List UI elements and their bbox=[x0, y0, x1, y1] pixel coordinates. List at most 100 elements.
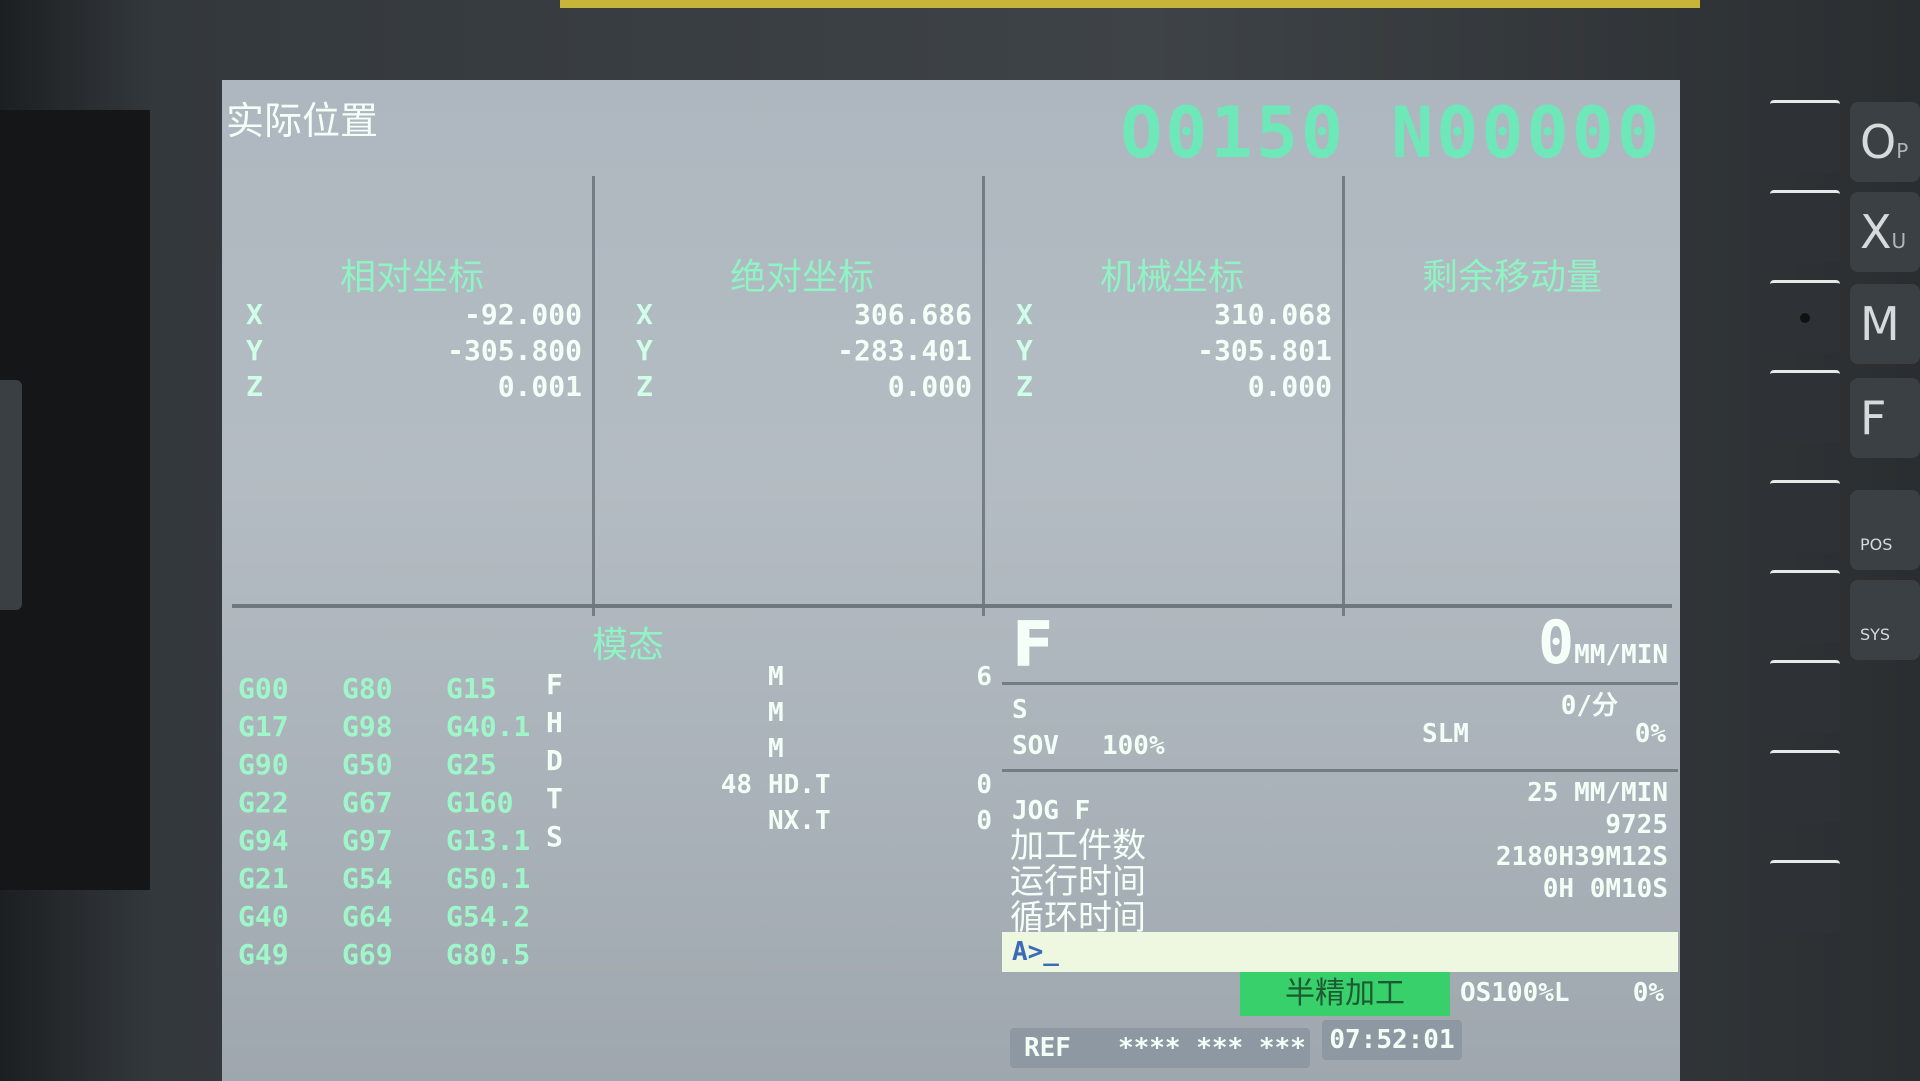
gcode: G90 bbox=[238, 748, 289, 781]
side-softkey[interactable] bbox=[1770, 100, 1840, 173]
feed-readout: 0MM/MIN bbox=[1538, 608, 1668, 678]
pos-key-label: POS bbox=[1860, 535, 1893, 554]
run-time-value: 2180H39M12S bbox=[1495, 842, 1668, 872]
m-label: M bbox=[768, 698, 784, 728]
key-o-label: O bbox=[1860, 115, 1897, 169]
m-label: HD.T bbox=[768, 770, 831, 800]
gcode: G64 bbox=[342, 900, 393, 933]
machine-z: 0.000 bbox=[1247, 369, 1332, 403]
key-m[interactable]: M bbox=[1850, 284, 1920, 364]
modal-letter: S bbox=[546, 820, 563, 853]
machine-title: 机械坐标 bbox=[1099, 257, 1244, 298]
yellow-strip bbox=[560, 0, 1700, 8]
relative-row-y: Y -305.800 bbox=[246, 332, 582, 368]
m-row: 48 HD.T 0 bbox=[672, 770, 992, 806]
m-row: M bbox=[672, 698, 992, 734]
m-code-column: M6 M M 48 HD.T 0 NX.T 0 bbox=[672, 662, 992, 842]
feed-unit: MM/MIN bbox=[1574, 640, 1668, 670]
override-status: OS100%L bbox=[1460, 978, 1570, 1008]
axis-label: X bbox=[636, 297, 653, 331]
m-value: 0 bbox=[976, 806, 992, 836]
feed-info-panel: F 0MM/MIN 0/分 S SOV 100% SLM 0% 25 MM/MI… bbox=[1002, 608, 1678, 962]
axis-label: Z bbox=[1016, 369, 1033, 403]
gcode: G54 bbox=[342, 862, 393, 895]
gcode: G25 bbox=[446, 748, 497, 781]
slm-label: SLM bbox=[1422, 719, 1469, 749]
feed-per-rev: 0/分 bbox=[1560, 691, 1618, 721]
key-m-label: M bbox=[1860, 297, 1900, 351]
mode-row: 半精加工 OS100%L 0% bbox=[1002, 972, 1678, 1016]
m-value: 0 bbox=[976, 770, 992, 800]
side-softkey[interactable] bbox=[1770, 370, 1840, 443]
gcode: G80.5 bbox=[446, 938, 531, 971]
m-row: M6 bbox=[672, 662, 992, 698]
relative-z: 0.001 bbox=[497, 369, 582, 403]
machine-panel: 机械坐标 X 310.068 Y -305.801 Z 0.000 bbox=[1002, 176, 1345, 616]
relative-panel: 相对坐标 X -92.000 Y -305.800 Z 0.001 bbox=[232, 176, 595, 616]
axis-label: X bbox=[1016, 297, 1033, 331]
absolute-row-z: Z 0.000 bbox=[636, 368, 972, 404]
spindle-box: 0/分 S SOV 100% SLM 0% bbox=[1002, 685, 1678, 772]
key-o-sub: P bbox=[1896, 139, 1909, 163]
relative-x: -92.000 bbox=[463, 297, 582, 331]
side-softkey[interactable] bbox=[1770, 750, 1840, 823]
machine-x: 310.068 bbox=[1213, 297, 1332, 331]
gcode: G00 bbox=[238, 672, 289, 705]
side-softkey[interactable] bbox=[1770, 860, 1840, 933]
key-f[interactable]: F bbox=[1850, 378, 1920, 458]
key-o[interactable]: OP bbox=[1850, 102, 1920, 182]
gcode-column-1: G00 G17 G90 G22 G94 G21 G40 G49 bbox=[238, 672, 289, 976]
absolute-panel: 绝对坐标 X 306.686 Y -283.401 Z 0.000 bbox=[622, 176, 985, 616]
absolute-row-x: X 306.686 bbox=[636, 296, 972, 332]
side-softkey[interactable] bbox=[1770, 190, 1840, 263]
absolute-row-y: Y -283.401 bbox=[636, 332, 972, 368]
key-x-sub: U bbox=[1891, 229, 1907, 253]
m-prefix: 48 bbox=[720, 770, 752, 800]
gcode: G98 bbox=[342, 710, 393, 743]
absolute-x: 306.686 bbox=[853, 297, 972, 331]
gcode-column-2: G80 G98 G50 G67 G97 G54 G64 G69 bbox=[342, 672, 393, 976]
program-number: O0150 N00000 bbox=[1120, 92, 1662, 174]
side-softkey[interactable] bbox=[1770, 570, 1840, 643]
modal-title: 模态 bbox=[592, 625, 665, 666]
modal-letter: D bbox=[546, 744, 563, 777]
sov-label: SOV bbox=[1012, 731, 1059, 761]
mode-indicator: 半精加工 bbox=[1240, 972, 1450, 1016]
gcode-column-3: G15 G40.1 G25 G160 G13.1 G50.1 G54.2 G80… bbox=[446, 672, 530, 976]
pos-key[interactable]: POS bbox=[1850, 490, 1920, 570]
gcode: G21 bbox=[238, 862, 289, 895]
side-softkey[interactable] bbox=[1770, 480, 1840, 553]
gcode: G50 bbox=[342, 748, 393, 781]
ref-stars: **** *** *** bbox=[1117, 1033, 1306, 1063]
key-x[interactable]: XU bbox=[1850, 192, 1920, 272]
modal-letter: T bbox=[546, 782, 563, 815]
spindle-label: S bbox=[1012, 695, 1028, 725]
gcode: G17 bbox=[238, 710, 289, 743]
left-panel bbox=[0, 110, 150, 890]
gcode: G40.1 bbox=[446, 710, 531, 743]
modal-letter: H bbox=[546, 706, 563, 739]
dot-icon bbox=[1800, 313, 1810, 323]
parts-value: 9725 bbox=[1605, 810, 1668, 840]
command-input[interactable]: A>_ bbox=[1002, 932, 1678, 972]
machine-y: -305.801 bbox=[1197, 333, 1332, 367]
side-softkey[interactable] bbox=[1770, 660, 1840, 733]
sys-key-label: SYS bbox=[1860, 625, 1891, 644]
sys-key[interactable]: SYS bbox=[1850, 580, 1920, 660]
override-percent: 0% bbox=[1632, 978, 1664, 1008]
relative-row-x: X -92.000 bbox=[246, 296, 582, 332]
side-softkey[interactable] bbox=[1770, 280, 1840, 353]
key-x-label: X bbox=[1860, 205, 1892, 259]
feed-box: F 0MM/MIN bbox=[1002, 608, 1678, 685]
relative-y: -305.800 bbox=[447, 333, 582, 367]
m-label: M bbox=[768, 662, 784, 692]
slm-value: 0% bbox=[1634, 719, 1666, 749]
absolute-title: 绝对坐标 bbox=[729, 257, 874, 298]
axis-label: Y bbox=[636, 333, 653, 367]
screen-title: 实际位置 bbox=[226, 99, 379, 143]
machine-row-x: X 310.068 bbox=[1016, 296, 1332, 332]
remaining-panel: 剩余移动量 bbox=[1352, 176, 1672, 616]
gcode: G13.1 bbox=[446, 824, 531, 857]
m-value: 6 bbox=[976, 662, 992, 692]
sov-value: 100% bbox=[1102, 731, 1165, 761]
